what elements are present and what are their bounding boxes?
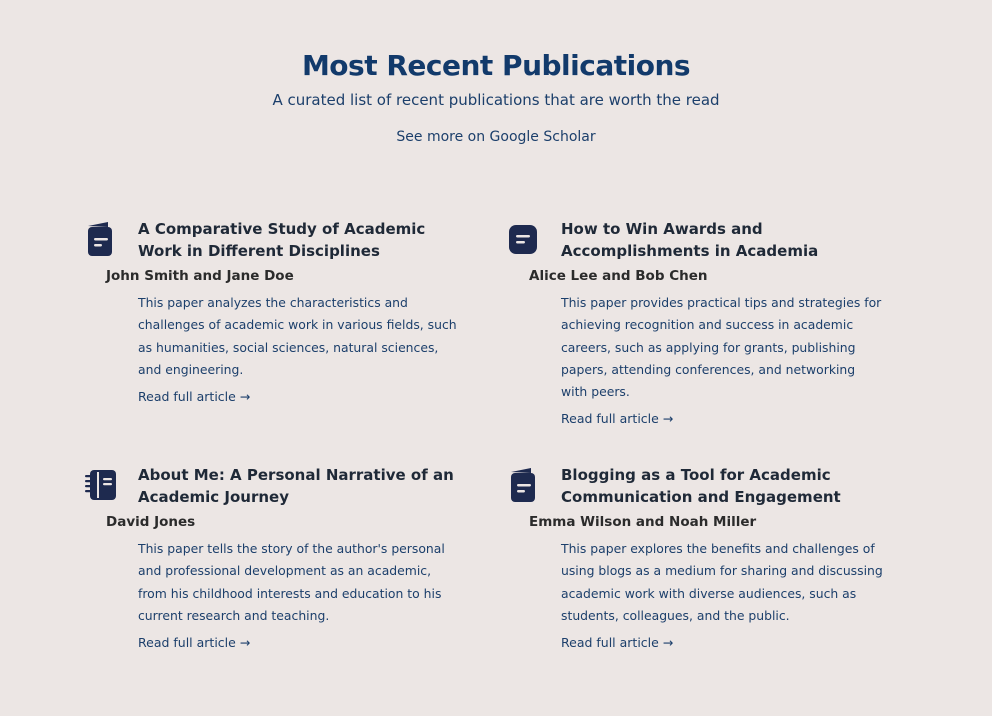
read-full-article-link[interactable]: Read full article → (561, 409, 880, 429)
notebook-icon (84, 222, 116, 256)
publication-title: Blogging as a Tool for Academic Communic… (561, 466, 841, 506)
publication-card: A Comparative Study of Academic Work in … (80, 218, 503, 464)
notebook-icon (507, 468, 539, 502)
spiral-notebook-icon (84, 468, 116, 502)
publication-card: About Me: A Personal Narrative of an Aca… (80, 464, 503, 704)
read-full-article-link[interactable]: Read full article → (561, 633, 880, 653)
publication-description: This paper analyzes the characteristics … (138, 295, 457, 377)
publication-authors: John Smith and Jane Doe (106, 268, 294, 284)
message-square-icon (507, 222, 539, 256)
publication-description: This paper provides practical tips and s… (561, 295, 882, 400)
google-scholar-link[interactable]: See more on Google Scholar (396, 127, 595, 147)
publication-card: Blogging as a Tool for Academic Communic… (503, 464, 883, 704)
publication-title: A Comparative Study of Academic Work in … (138, 220, 426, 260)
publication-authors: Emma Wilson and Noah Miller (529, 514, 757, 530)
publication-title: About Me: A Personal Narrative of an Aca… (138, 466, 454, 506)
page-title: Most Recent Publications (301, 49, 691, 82)
read-full-article-link[interactable]: Read full article → (138, 633, 503, 653)
publications-grid: A Comparative Study of Academic Work in … (80, 218, 883, 704)
publication-authors: David Jones (106, 514, 196, 530)
publication-authors: Alice Lee and Bob Chen (529, 268, 708, 284)
publication-title: How to Win Awards and Accomplishments in… (561, 220, 819, 260)
read-full-article-link[interactable]: Read full article → (138, 387, 503, 407)
publication-description: This paper tells the story of the author… (138, 541, 445, 623)
page-subtitle: A curated list of recent publications th… (272, 91, 720, 109)
publication-description: This paper explores the benefits and cha… (561, 541, 883, 623)
publications-header: Most Recent Publications A curated list … (0, 0, 992, 147)
publication-card: How to Win Awards and Accomplishments in… (503, 218, 882, 464)
